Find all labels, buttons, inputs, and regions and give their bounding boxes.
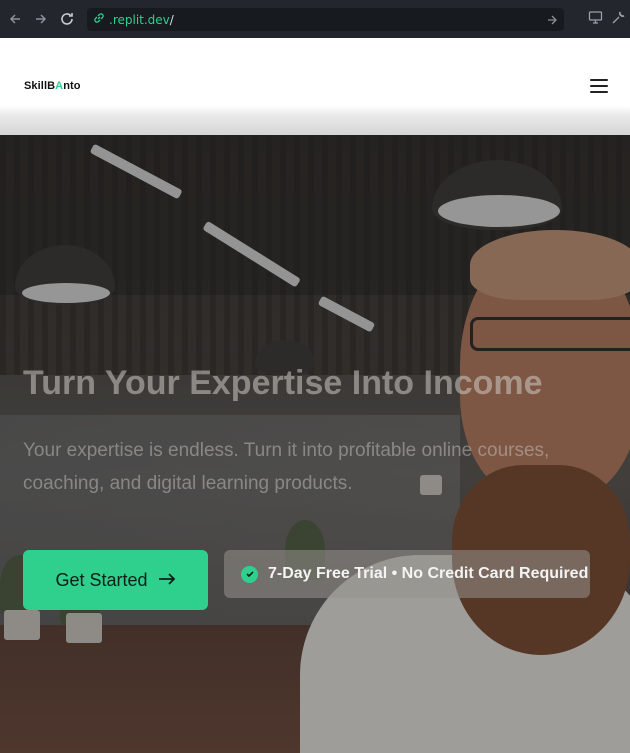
- hero-section: Turn Your Expertise Into Income Your exp…: [0, 135, 630, 753]
- url-path: /: [169, 12, 174, 27]
- back-arrow-icon[interactable]: [4, 8, 26, 30]
- logo[interactable]: SkillBAnto: [24, 80, 81, 92]
- reload-icon[interactable]: [56, 8, 78, 30]
- hero-title: Turn Your Expertise Into Income: [23, 364, 543, 402]
- menu-line: [590, 79, 608, 81]
- link-icon: [93, 11, 105, 29]
- get-started-button[interactable]: Get Started: [23, 550, 208, 610]
- forward-arrow-icon[interactable]: [30, 8, 52, 30]
- logo-text-part1: SkillB: [24, 80, 56, 92]
- get-started-label: Get Started: [55, 569, 148, 590]
- free-trial-text: 7-Day Free Trial • No Credit Card Requir…: [268, 565, 589, 582]
- free-trial-badge: 7-Day Free Trial • No Credit Card Requir…: [224, 550, 590, 598]
- logo-text-part2: nto: [63, 80, 81, 92]
- logo-accent-letter: A: [55, 80, 64, 92]
- site-header: SkillBAnto: [0, 38, 630, 135]
- monitor-icon[interactable]: [588, 10, 603, 30]
- wrench-icon[interactable]: [611, 10, 626, 30]
- menu-line: [590, 85, 608, 87]
- arrow-right-icon: [158, 572, 176, 589]
- check-circle-icon: [241, 565, 258, 583]
- url-text: .replit.dev/: [109, 13, 174, 27]
- menu-line: [590, 91, 608, 93]
- browser-toolbar: .replit.dev/: [0, 0, 630, 38]
- go-arrow-icon[interactable]: [546, 13, 558, 31]
- toolbar-icons: [588, 10, 626, 30]
- url-host: .replit.dev: [109, 12, 170, 27]
- hero-subtitle: Your expertise is endless. Turn it into …: [23, 440, 550, 494]
- hamburger-menu-icon[interactable]: [590, 79, 608, 93]
- address-bar[interactable]: .replit.dev/: [87, 8, 564, 31]
